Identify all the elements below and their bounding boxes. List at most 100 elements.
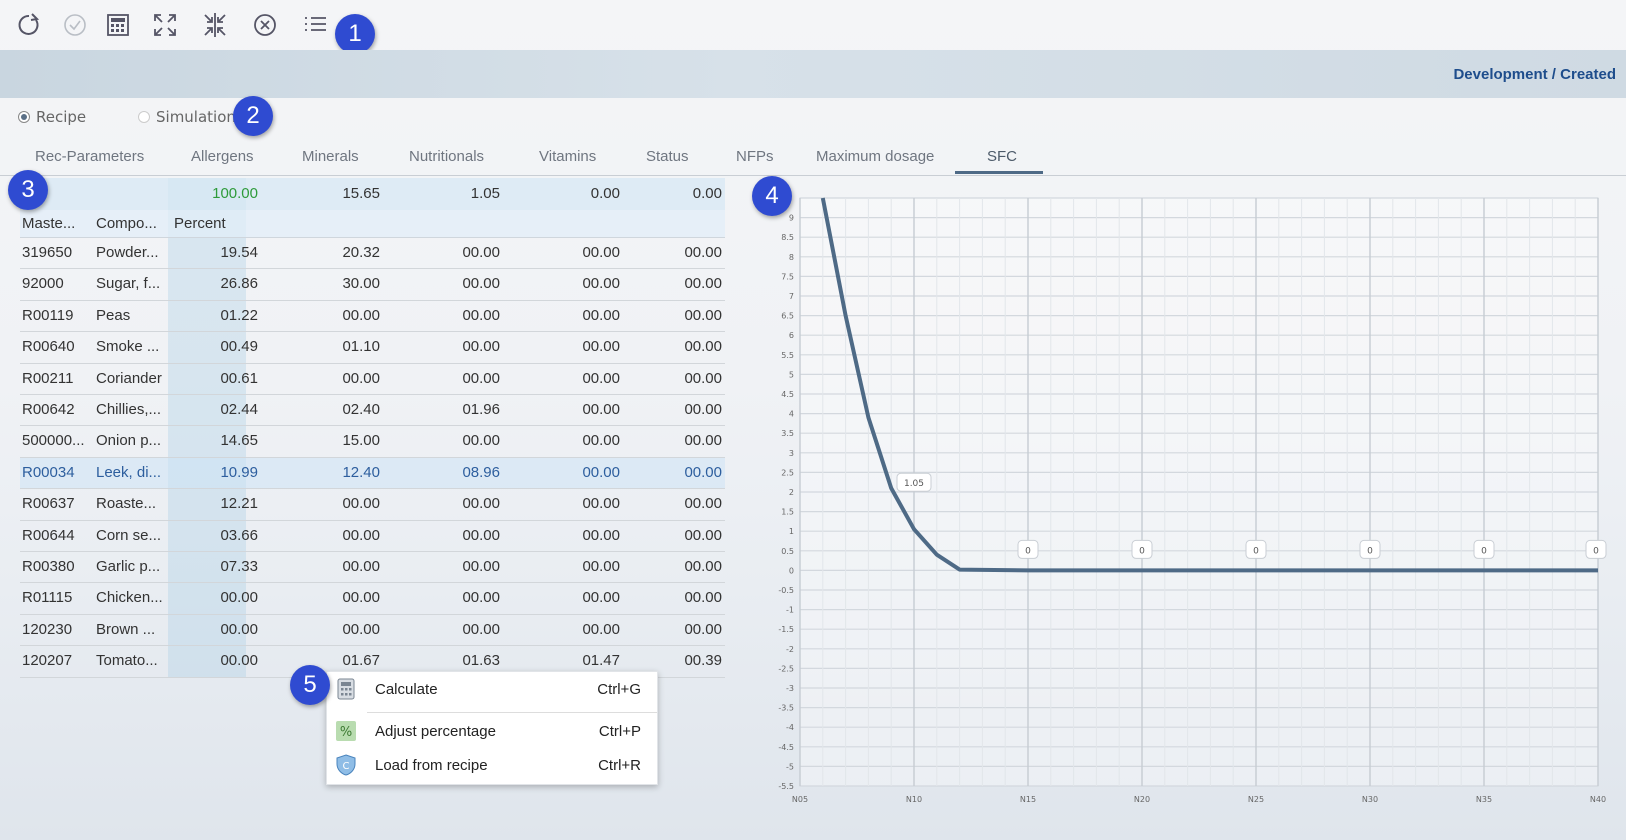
cell-component[interactable]: Corn se... — [96, 527, 168, 544]
cell-master[interactable]: R00119 — [22, 307, 92, 324]
menu-item-load-from-recipe[interactable]: C Load from recipe Ctrl+R — [327, 748, 659, 784]
tab-minerals[interactable]: Minerals — [302, 148, 359, 165]
cell-percent[interactable]: 07.33 — [170, 558, 258, 575]
cell-master[interactable]: R00211 — [22, 370, 92, 387]
cell-percent[interactable]: 00.00 — [170, 589, 258, 606]
cell-col4[interactable]: 02.40 — [290, 401, 380, 418]
cell-col6[interactable]: 00.00 — [530, 432, 620, 449]
cell-col5[interactable]: 08.96 — [410, 464, 500, 481]
cell-component[interactable]: Onion p... — [96, 432, 168, 449]
cell-col6[interactable]: 00.00 — [530, 621, 620, 638]
cell-percent[interactable]: 26.86 — [170, 275, 258, 292]
cell-col6[interactable]: 00.00 — [530, 338, 620, 355]
cell-component[interactable]: Smoke ... — [96, 338, 168, 355]
table-row[interactable]: R00640 Smoke ... 00.49 01.10 00.00 00.00 00.00 — [20, 332, 725, 364]
cell-col5[interactable]: 00.00 — [410, 338, 500, 355]
cell-master[interactable]: R00640 — [22, 338, 92, 355]
cell-col5[interactable]: 01.63 — [410, 652, 500, 669]
tab-rec-parameters[interactable]: Rec-Parameters — [35, 148, 144, 165]
cell-master[interactable]: R00034 — [22, 464, 92, 481]
cell-col7[interactable]: 00.00 — [630, 495, 722, 512]
cell-percent[interactable]: 00.00 — [170, 621, 258, 638]
cell-component[interactable]: Peas — [96, 307, 168, 324]
cell-col5[interactable]: 00.00 — [410, 558, 500, 575]
cell-component[interactable]: Coriander — [96, 370, 168, 387]
cell-col5[interactable]: 00.00 — [410, 495, 500, 512]
cell-col4[interactable]: 12.40 — [290, 464, 380, 481]
cell-percent[interactable]: 01.22 — [170, 307, 258, 324]
collapse-icon[interactable] — [200, 10, 230, 40]
cell-percent[interactable]: 00.61 — [170, 370, 258, 387]
cell-col6[interactable]: 01.47 — [530, 652, 620, 669]
cell-master[interactable]: 120230 — [22, 621, 92, 638]
cell-col6[interactable]: 00.00 — [530, 558, 620, 575]
cell-col7[interactable]: 00.00 — [630, 244, 722, 261]
table-row[interactable]: R00211 Coriander 00.61 00.00 00.00 00.00 00.00 — [20, 364, 725, 395]
cell-component[interactable]: Leek, di... — [96, 464, 168, 481]
cell-percent[interactable]: 12.21 — [170, 495, 258, 512]
simulation-radio[interactable]: Simulation — [138, 108, 236, 126]
tab-nfps[interactable]: NFPs — [736, 148, 774, 165]
cell-component[interactable]: Chicken... — [96, 589, 168, 606]
table-row[interactable]: R00642 Chillies,... 02.44 02.40 01.96 00.00 00… — [20, 395, 725, 427]
calculator-icon[interactable] — [103, 10, 133, 40]
table-row[interactable]: R00380 Garlic p... 07.33 00.00 00.00 00.00 00.… — [20, 552, 725, 584]
cell-col6[interactable]: 00.00 — [530, 275, 620, 292]
cell-col4[interactable]: 00.00 — [290, 589, 380, 606]
cell-col7[interactable]: 00.00 — [630, 432, 722, 449]
table-row[interactable]: 92000 Sugar, f... 26.86 30.00 00.00 00.00 00.0… — [20, 269, 725, 301]
expand-icon[interactable] — [150, 10, 180, 40]
cell-percent[interactable]: 02.44 — [170, 401, 258, 418]
cell-component[interactable]: Brown ... — [96, 621, 168, 638]
menu-item-calculate[interactable]: Calculate Ctrl+G — [327, 672, 659, 708]
cell-master[interactable]: 92000 — [22, 275, 92, 292]
cell-col5[interactable]: 00.00 — [410, 307, 500, 324]
column-header-master[interactable]: Maste... — [22, 215, 92, 232]
cell-col4[interactable]: 00.00 — [290, 527, 380, 544]
cell-percent[interactable]: 00.00 — [170, 652, 258, 669]
cell-col6[interactable]: 00.00 — [530, 370, 620, 387]
cell-master[interactable]: 500000... — [22, 432, 92, 449]
cell-col6[interactable]: 00.00 — [530, 464, 620, 481]
list-icon[interactable] — [300, 10, 330, 40]
cell-col7[interactable]: 00.00 — [630, 621, 722, 638]
column-header-percent[interactable]: Percent — [174, 215, 246, 232]
table-row[interactable]: R00119 Peas 01.22 00.00 00.00 00.00 00.00 — [20, 301, 725, 333]
cell-col5[interactable]: 00.00 — [410, 621, 500, 638]
cell-col7[interactable]: 00.00 — [630, 307, 722, 324]
cell-col4[interactable]: 00.00 — [290, 307, 380, 324]
cell-component[interactable]: Garlic p... — [96, 558, 168, 575]
close-circle-icon[interactable] — [250, 10, 280, 40]
tab-vitamins[interactable]: Vitamins — [539, 148, 596, 165]
cell-col6[interactable]: 00.00 — [530, 527, 620, 544]
cell-master[interactable]: 120207 — [22, 652, 92, 669]
cell-component[interactable]: Sugar, f... — [96, 275, 168, 292]
cell-col7[interactable]: 00.00 — [630, 558, 722, 575]
cell-component[interactable]: Powder... — [96, 244, 168, 261]
cell-master[interactable]: R00637 — [22, 495, 92, 512]
cell-col5[interactable]: 00.00 — [410, 432, 500, 449]
check-circle-icon[interactable] — [60, 10, 90, 40]
cell-col4[interactable]: 00.00 — [290, 370, 380, 387]
cell-col4[interactable]: 01.10 — [290, 338, 380, 355]
cell-col5[interactable]: 00.00 — [410, 244, 500, 261]
cell-master[interactable]: R00642 — [22, 401, 92, 418]
cell-col7[interactable]: 00.00 — [630, 464, 722, 481]
tab-maximum-dosage[interactable]: Maximum dosage — [816, 148, 934, 165]
tab-status[interactable]: Status — [646, 148, 689, 165]
cell-col4[interactable]: 00.00 — [290, 558, 380, 575]
cell-col7[interactable]: 00.00 — [630, 370, 722, 387]
cell-col4[interactable]: 00.00 — [290, 495, 380, 512]
cell-col7[interactable]: 00.00 — [630, 527, 722, 544]
cell-master[interactable]: R00644 — [22, 527, 92, 544]
table-row[interactable]: R00034 Leek, di... 10.99 12.40 08.96 00.00 00.… — [20, 457, 725, 490]
cell-percent[interactable]: 03.66 — [170, 527, 258, 544]
cell-col7[interactable]: 00.00 — [630, 338, 722, 355]
cell-col4[interactable]: 00.00 — [290, 621, 380, 638]
refresh-icon[interactable] — [14, 10, 44, 40]
cell-col5[interactable]: 00.00 — [410, 527, 500, 544]
cell-col7[interactable]: 00.00 — [630, 589, 722, 606]
cell-master[interactable]: 319650 — [22, 244, 92, 261]
tab-nutritionals[interactable]: Nutritionals — [409, 148, 484, 165]
cell-percent[interactable]: 10.99 — [170, 464, 258, 481]
